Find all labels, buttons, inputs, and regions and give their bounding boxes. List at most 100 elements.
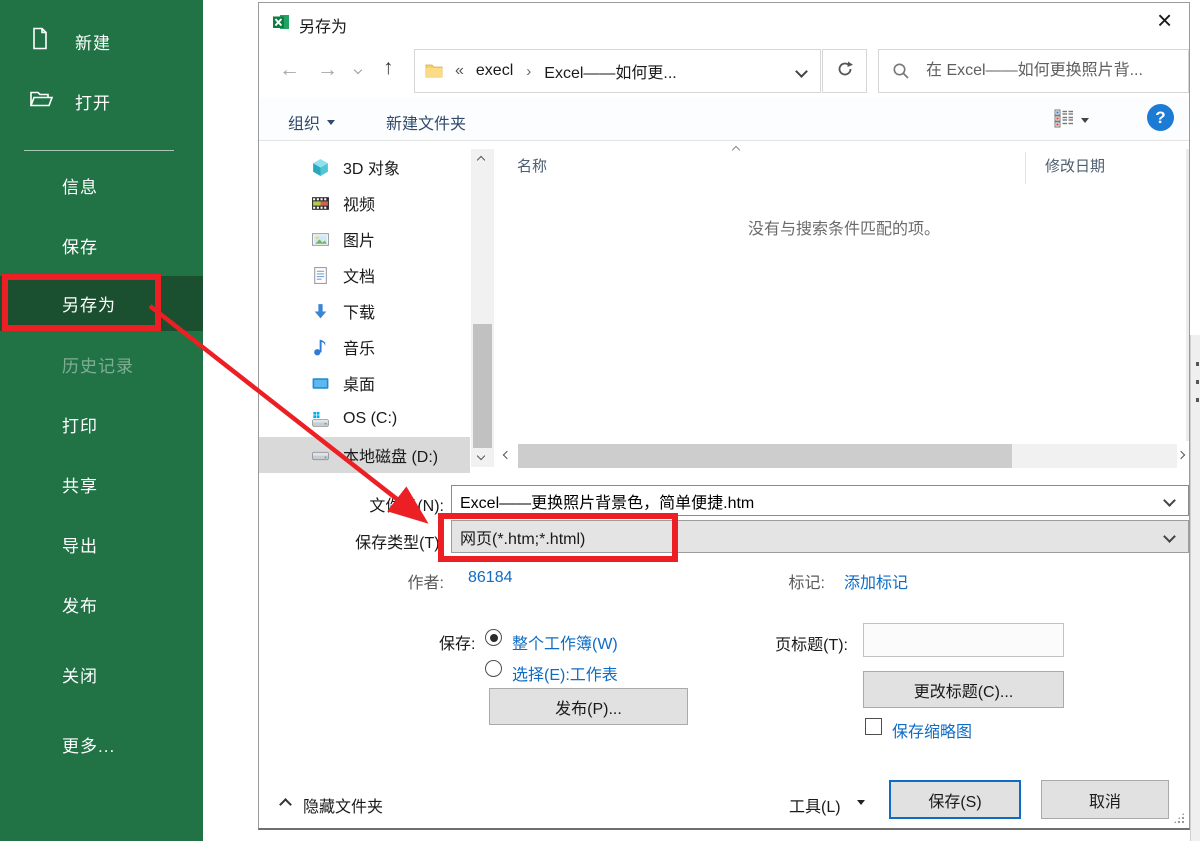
sidebar-item-new[interactable]: 新建 bbox=[0, 17, 203, 65]
sidebar-item-more[interactable]: 更多... bbox=[0, 720, 203, 768]
save-thumbnail-checkbox[interactable] bbox=[865, 718, 882, 735]
sidebar-item-label: 发布 bbox=[62, 592, 98, 617]
tree-item-videos[interactable]: 视频 bbox=[259, 185, 470, 221]
forward-icon[interactable]: → bbox=[317, 59, 338, 80]
hide-folders-button[interactable]: 隐藏文件夹 bbox=[303, 793, 383, 817]
sidebar-item-save[interactable]: 保存 bbox=[0, 221, 203, 269]
address-bar[interactable]: « execl › Excel——如何更... bbox=[414, 49, 821, 93]
tree-item-drive-c[interactable]: OS (C:) bbox=[259, 401, 470, 437]
views-button[interactable] bbox=[1054, 108, 1089, 133]
tree-item-label: 视频 bbox=[343, 191, 375, 215]
recent-locations-chevron-icon[interactable] bbox=[354, 66, 362, 74]
author-value[interactable]: 86184 bbox=[468, 569, 513, 587]
filename-label: 文件名(N): bbox=[314, 492, 444, 516]
save-type-label: 保存类型(T): bbox=[314, 529, 444, 553]
scroll-left-icon[interactable] bbox=[503, 451, 511, 459]
filename-input[interactable] bbox=[451, 485, 1189, 516]
save-options-label: 保存: bbox=[439, 630, 475, 654]
breadcrumb-separator-icon: › bbox=[526, 63, 531, 80]
publish-button[interactable]: 发布(P)... bbox=[489, 688, 688, 725]
refresh-button[interactable] bbox=[822, 49, 867, 93]
drive-d-icon bbox=[311, 446, 330, 465]
author-label: 作者: bbox=[349, 569, 444, 593]
tree-item-label: 本地磁盘 (D:) bbox=[343, 443, 438, 467]
sidebar-item-share[interactable]: 共享 bbox=[0, 460, 203, 508]
save-thumbnail-label[interactable]: 保存缩略图 bbox=[892, 718, 972, 742]
strip-dash bbox=[1196, 398, 1199, 402]
column-header-name[interactable]: 名称 bbox=[517, 155, 547, 176]
sidebar-item-label: 保存 bbox=[62, 233, 98, 258]
open-folder-icon bbox=[28, 87, 54, 116]
tools-dropdown-icon[interactable] bbox=[857, 800, 865, 805]
tree-item-desktop[interactable]: 桌面 bbox=[259, 365, 470, 401]
search-input[interactable] bbox=[924, 61, 1188, 81]
sidebar-item-open[interactable]: 打开 bbox=[0, 77, 203, 125]
tree-item-downloads[interactable]: 下载 bbox=[259, 293, 470, 329]
add-tag-link[interactable]: 添加标记 bbox=[844, 569, 908, 593]
excel-logo-icon bbox=[272, 13, 290, 36]
sidebar-divider bbox=[24, 150, 174, 151]
breadcrumb-overflow[interactable]: « bbox=[455, 62, 464, 80]
tags-label: 标记: bbox=[729, 569, 825, 593]
selection-sheet-label[interactable]: 选择(E):工作表 bbox=[512, 661, 618, 685]
organize-label: 组织 bbox=[288, 110, 320, 134]
tree-scrollbar-thumb[interactable] bbox=[473, 324, 492, 448]
tree-item-documents[interactable]: 文档 bbox=[259, 257, 470, 293]
tree-item-pictures[interactable]: 图片 bbox=[259, 221, 470, 257]
search-icon bbox=[892, 62, 910, 80]
sidebar-item-label: 共享 bbox=[62, 472, 98, 497]
column-separator[interactable] bbox=[1025, 152, 1026, 184]
radio-whole-workbook[interactable] bbox=[485, 629, 502, 646]
sidebar-item-export[interactable]: 导出 bbox=[0, 520, 203, 568]
scroll-right-icon[interactable] bbox=[1177, 451, 1185, 459]
help-button[interactable]: ? bbox=[1147, 104, 1174, 131]
breadcrumb-segment[interactable]: Excel——如何更... bbox=[544, 59, 676, 83]
column-header-date-modified[interactable]: 修改日期 bbox=[1045, 155, 1105, 176]
list-scrollbar-thumb[interactable] bbox=[518, 444, 1012, 468]
tree-item-drive-d[interactable]: 本地磁盘 (D:) bbox=[259, 437, 470, 473]
save-type-combobox[interactable]: 网页(*.htm;*.html) bbox=[451, 520, 1189, 553]
cancel-button[interactable]: 取消 bbox=[1041, 780, 1169, 819]
sidebar-item-save-as[interactable]: 另存为 bbox=[0, 276, 203, 331]
breadcrumb-segment[interactable]: execl bbox=[476, 62, 513, 80]
desktop-icon bbox=[311, 374, 330, 393]
sidebar-item-publish[interactable]: 发布 bbox=[0, 580, 203, 628]
tools-button[interactable]: 工具(L) bbox=[789, 793, 841, 817]
whole-workbook-label[interactable]: 整个工作簿(W) bbox=[512, 630, 618, 654]
tree-item-music[interactable]: 音乐 bbox=[259, 329, 470, 365]
page-title-input[interactable] bbox=[863, 623, 1064, 657]
tree-item-label: 3D 对象 bbox=[343, 155, 400, 179]
videos-icon bbox=[311, 194, 330, 213]
up-icon[interactable]: ↑ bbox=[383, 57, 394, 78]
sidebar-item-label: 新建 bbox=[75, 29, 111, 54]
back-icon[interactable]: ← bbox=[279, 59, 300, 80]
search-box[interactable] bbox=[878, 49, 1189, 93]
save-type-value: 网页(*.htm;*.html) bbox=[460, 525, 585, 549]
page-title-label: 页标题(T): bbox=[738, 631, 848, 655]
drive-c-icon bbox=[311, 410, 330, 429]
sidebar-item-label: 另存为 bbox=[62, 291, 116, 316]
save-button[interactable]: 保存(S) bbox=[889, 780, 1021, 819]
downloads-icon bbox=[311, 302, 330, 321]
radio-selection-sheet[interactable] bbox=[485, 660, 502, 677]
tree-item-label: 音乐 bbox=[343, 335, 375, 359]
sidebar-item-print[interactable]: 打印 bbox=[0, 400, 203, 448]
sidebar-item-label: 历史记录 bbox=[62, 352, 134, 377]
hide-folders-chevron-icon[interactable] bbox=[279, 798, 292, 811]
refresh-icon bbox=[836, 60, 854, 83]
new-folder-button[interactable]: 新建文件夹 bbox=[386, 110, 466, 134]
sidebar-item-label: 打印 bbox=[62, 412, 98, 437]
sidebar-item-label: 打开 bbox=[75, 89, 111, 114]
sidebar-item-info[interactable]: 信息 bbox=[0, 161, 203, 209]
tree-item-label: 桌面 bbox=[343, 371, 375, 395]
organize-button[interactable]: 组织 bbox=[288, 110, 335, 134]
tree-item-3d-objects[interactable]: 3D 对象 bbox=[259, 149, 470, 185]
list-right-edge bbox=[1186, 149, 1189, 441]
change-title-button[interactable]: 更改标题(C)... bbox=[863, 671, 1064, 708]
close-icon[interactable]: × bbox=[1157, 5, 1172, 36]
sidebar-item-close[interactable]: 关闭 bbox=[0, 650, 203, 698]
strip-dash bbox=[1196, 380, 1199, 384]
resize-grip[interactable] bbox=[1173, 812, 1185, 824]
3d-objects-icon bbox=[311, 158, 330, 177]
address-dropdown-chevron-icon[interactable] bbox=[795, 65, 808, 78]
